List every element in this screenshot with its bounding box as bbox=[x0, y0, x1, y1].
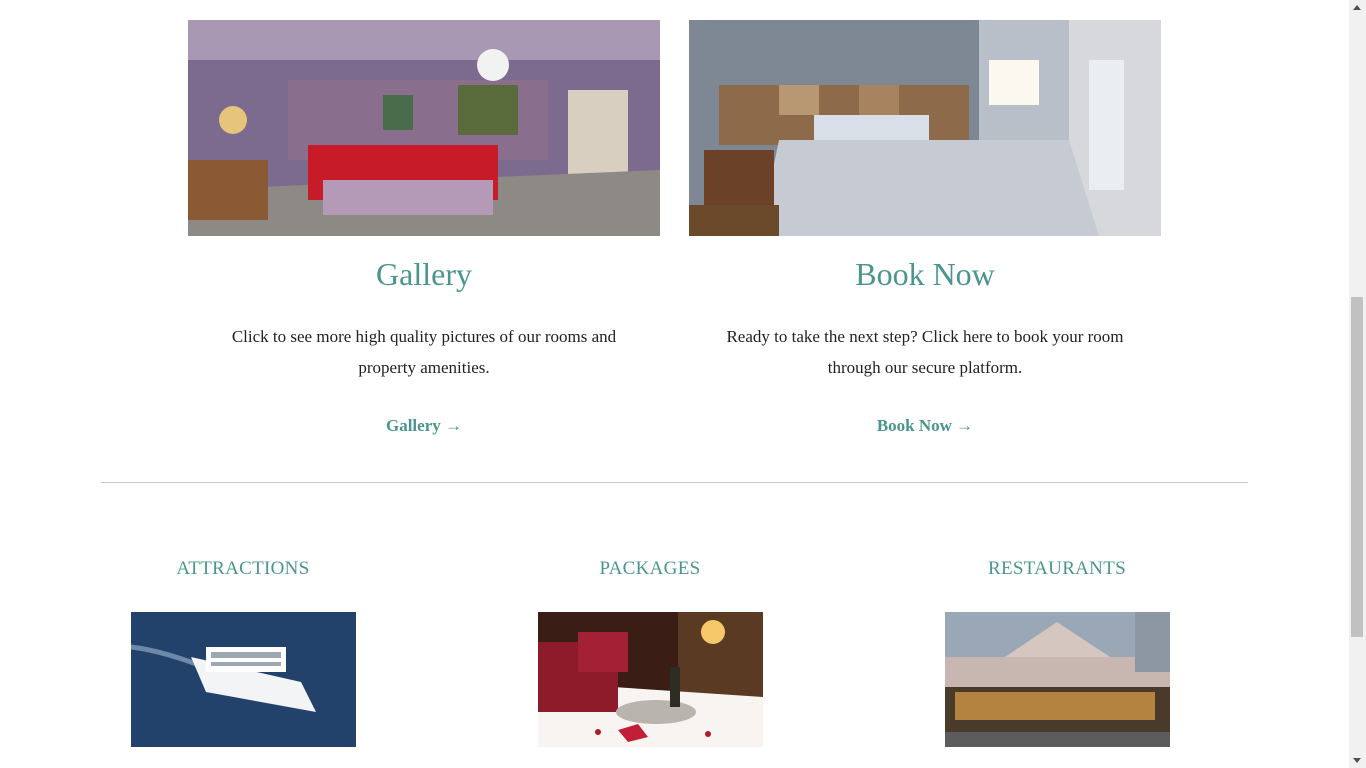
book-now-image[interactable] bbox=[689, 20, 1161, 236]
gallery-title: Gallery bbox=[376, 256, 472, 292]
attractions-title[interactable]: ATTRACTIONS bbox=[93, 558, 393, 580]
restaurants-image[interactable] bbox=[945, 612, 1170, 747]
book-now-description: Ready to take the next step? Click here … bbox=[726, 327, 1124, 377]
section-divider bbox=[101, 482, 1248, 483]
gallery-image[interactable] bbox=[188, 20, 660, 236]
attractions-image[interactable] bbox=[131, 612, 356, 747]
gallery-link[interactable]: Gallery → bbox=[188, 416, 660, 436]
vertical-scrollbar[interactable] bbox=[1349, 0, 1366, 768]
page: Gallery Click to see more high quality p… bbox=[0, 0, 1366, 768]
gallery-description: Click to see more high quality pictures … bbox=[231, 327, 617, 377]
scroll-down-icon[interactable] bbox=[1353, 758, 1361, 763]
book-now-link[interactable]: Book Now → bbox=[689, 416, 1161, 436]
restaurants-title[interactable]: RESTAURANTS bbox=[907, 558, 1207, 580]
scroll-up-icon[interactable] bbox=[1353, 5, 1361, 10]
packages-title[interactable]: PACKAGES bbox=[500, 558, 800, 580]
scrollbar-thumb[interactable] bbox=[1351, 297, 1363, 637]
book-now-title: Book Now bbox=[855, 256, 995, 292]
packages-image[interactable] bbox=[538, 612, 763, 747]
